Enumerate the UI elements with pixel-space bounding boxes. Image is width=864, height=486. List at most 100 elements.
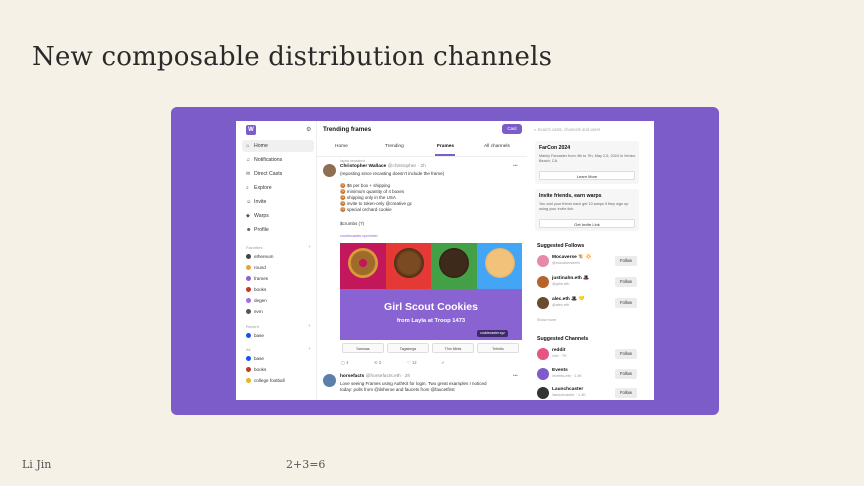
learn-more-button[interactable]: Learn More bbox=[539, 171, 635, 180]
cookie-tile-samoas bbox=[340, 243, 386, 289]
avatar[interactable] bbox=[537, 276, 549, 288]
frame-subtitle: from Layla at Troop 1473 bbox=[396, 318, 466, 324]
sidebar: W ⚙ ⌂ Home ♫ Notifications ✉ Direct Casts ⌕… bbox=[236, 121, 317, 400]
follow-button[interactable]: Follow bbox=[615, 277, 637, 287]
frame-button-thin-mints[interactable]: Thin Mints bbox=[432, 343, 474, 353]
follow-button[interactable]: Follow bbox=[615, 369, 637, 379]
search-input[interactable]: ⌕ Search casts, channels and users bbox=[534, 125, 648, 134]
channel-label: college football bbox=[254, 378, 285, 383]
all-add-icon[interactable]: + bbox=[308, 346, 311, 351]
sidebar-item-notifications[interactable]: ♫ Notifications bbox=[242, 154, 314, 166]
warps-icon: ◆ bbox=[246, 213, 250, 219]
farcon-text: Mainly Farcaster from 4th to 7th, May 2-… bbox=[539, 154, 636, 163]
frame-button-trefoils[interactable]: Trefoils bbox=[477, 343, 519, 353]
channel-label: degen bbox=[254, 298, 267, 303]
avatar[interactable] bbox=[323, 374, 336, 387]
channel-item-books[interactable]: books bbox=[246, 285, 266, 294]
cookie-image bbox=[393, 248, 424, 278]
follow-button[interactable]: Follow bbox=[615, 256, 637, 266]
channel-label: ethereum bbox=[254, 254, 274, 259]
post-text: today: polls from @ilsheroe and faucets … bbox=[340, 387, 455, 392]
post-text: (reposting since recasting doesn't inclu… bbox=[340, 171, 445, 176]
recast-action[interactable]: ⟲ 3 bbox=[374, 360, 381, 365]
sidebar-item-direct-casts[interactable]: ✉ Direct Casts bbox=[242, 168, 314, 180]
settings-icon[interactable]: ⚙ bbox=[306, 126, 311, 133]
more-options-icon[interactable]: ••• bbox=[513, 163, 518, 168]
suggestion-name: Launchcaster bbox=[552, 387, 584, 392]
post-author[interactable]: horsefacts @horsefacts.eth · 2h bbox=[340, 374, 410, 379]
farcon-title: FarCon 2024 bbox=[539, 145, 571, 151]
favorites-heading: Favorites bbox=[246, 245, 263, 250]
suggestion-handle: @jahn.eth bbox=[552, 282, 570, 286]
share-action[interactable]: ➚ bbox=[441, 360, 445, 365]
sidebar-item-label: Profile bbox=[254, 227, 269, 233]
channel-item-ethereum[interactable]: ethereum bbox=[246, 252, 273, 261]
avatar[interactable] bbox=[323, 164, 336, 177]
frame-button-tagalongs[interactable]: Tagalongs bbox=[387, 343, 429, 353]
channel-item-base[interactable]: base bbox=[246, 354, 264, 363]
channel-label: base bbox=[254, 356, 264, 361]
cookie-tile-tagalongs bbox=[385, 243, 431, 289]
follow-button[interactable]: Follow bbox=[615, 388, 637, 398]
channel-label: evm bbox=[254, 309, 263, 314]
frame-title: Girl Scout Cookies bbox=[384, 301, 478, 313]
sidebar-item-invite[interactable]: ☺ Invite bbox=[242, 196, 314, 208]
channel-avatar bbox=[246, 356, 251, 362]
sidebar-item-warps[interactable]: ◆ Warps bbox=[242, 210, 314, 222]
reply-action[interactable]: ▢ 4 bbox=[341, 360, 348, 365]
slide-title: New composable distribution channels bbox=[32, 42, 553, 72]
bell-icon: ♫ bbox=[246, 157, 250, 163]
channel-item-books[interactable]: books bbox=[246, 365, 266, 374]
channel-item-frames[interactable]: frames bbox=[246, 274, 268, 283]
follow-button[interactable]: Follow bbox=[615, 298, 637, 308]
sidebar-item-profile[interactable]: ☻ Profile bbox=[242, 224, 314, 236]
channel-avatar bbox=[246, 378, 251, 384]
channel-item-college-football[interactable]: college football bbox=[246, 376, 285, 385]
sidebar-item-explore[interactable]: ⌕ Explore bbox=[242, 182, 314, 194]
tab-all-channels[interactable]: All channels bbox=[484, 144, 510, 149]
channel-item-evm[interactable]: evm bbox=[246, 307, 263, 316]
tab-frames[interactable]: Frames bbox=[437, 144, 454, 149]
frame-image[interactable]: Girl Scout Cookies from Layla at Troop 1… bbox=[340, 243, 522, 340]
show-more-link[interactable]: Show more bbox=[537, 318, 556, 322]
suggestion-handle: @alec.eth bbox=[552, 303, 570, 307]
sidebar-item-label: Explore bbox=[254, 185, 272, 191]
author-handle: @christopher · 2h bbox=[387, 164, 426, 169]
recent-add-icon[interactable]: + bbox=[308, 323, 311, 328]
tab-home[interactable]: Home bbox=[335, 144, 348, 149]
avatar[interactable] bbox=[537, 387, 549, 399]
app-logo[interactable]: W bbox=[246, 125, 256, 135]
frame-button-samoas[interactable]: Samoas bbox=[342, 343, 384, 353]
channel-suggestion: reddit /red · 7K Follow bbox=[537, 346, 641, 364]
channel-item-base[interactable]: base bbox=[246, 331, 264, 340]
cast-button[interactable]: Cast bbox=[502, 124, 522, 134]
channel-label: frames bbox=[254, 276, 269, 281]
avatar[interactable] bbox=[537, 368, 549, 380]
sidebar-item-home[interactable]: ⌂ Home bbox=[242, 140, 314, 152]
tab-trending[interactable]: Trending bbox=[385, 144, 404, 149]
channel-label: books bbox=[254, 287, 267, 292]
footer-page-mark: 2+3=6 bbox=[286, 458, 326, 471]
avatar[interactable] bbox=[537, 297, 549, 309]
channel-item-degen[interactable]: degen bbox=[246, 296, 267, 305]
page-title: Trending frames bbox=[323, 126, 372, 133]
follow-button[interactable]: Follow bbox=[615, 349, 637, 359]
like-action[interactable]: ♡ 12 bbox=[407, 360, 417, 365]
favorites-add-icon[interactable]: + bbox=[308, 244, 311, 249]
frame-link[interactable]: cookiecaster.xyz/order bbox=[340, 234, 378, 238]
recast-meta: layna recasted bbox=[340, 159, 365, 163]
more-options-icon[interactable]: ••• bbox=[513, 373, 518, 378]
follow-suggestion: alec.eth 🎩 💛 @alec.eth Follow bbox=[537, 295, 641, 313]
avatar[interactable] bbox=[537, 348, 549, 360]
suggestion-name: reddit bbox=[552, 348, 566, 353]
channel-item-round[interactable]: round bbox=[246, 263, 266, 272]
avatar[interactable] bbox=[537, 255, 549, 267]
tabs-divider bbox=[317, 156, 527, 157]
suggestion-sub: /red · 7K bbox=[552, 354, 567, 358]
post-line-text: special orchard cookie bbox=[346, 207, 392, 212]
recast-icon: ⟲ bbox=[374, 360, 378, 365]
get-invite-link-button[interactable]: Get Invite Link bbox=[539, 219, 635, 228]
channel-suggestion: Events /events-eth · 1.4K Follow bbox=[537, 366, 641, 384]
post-author[interactable]: Christopher Wallace @christopher · 2h bbox=[340, 164, 426, 169]
suggestion-sub: /launchcaster · 1.4K bbox=[552, 393, 586, 397]
